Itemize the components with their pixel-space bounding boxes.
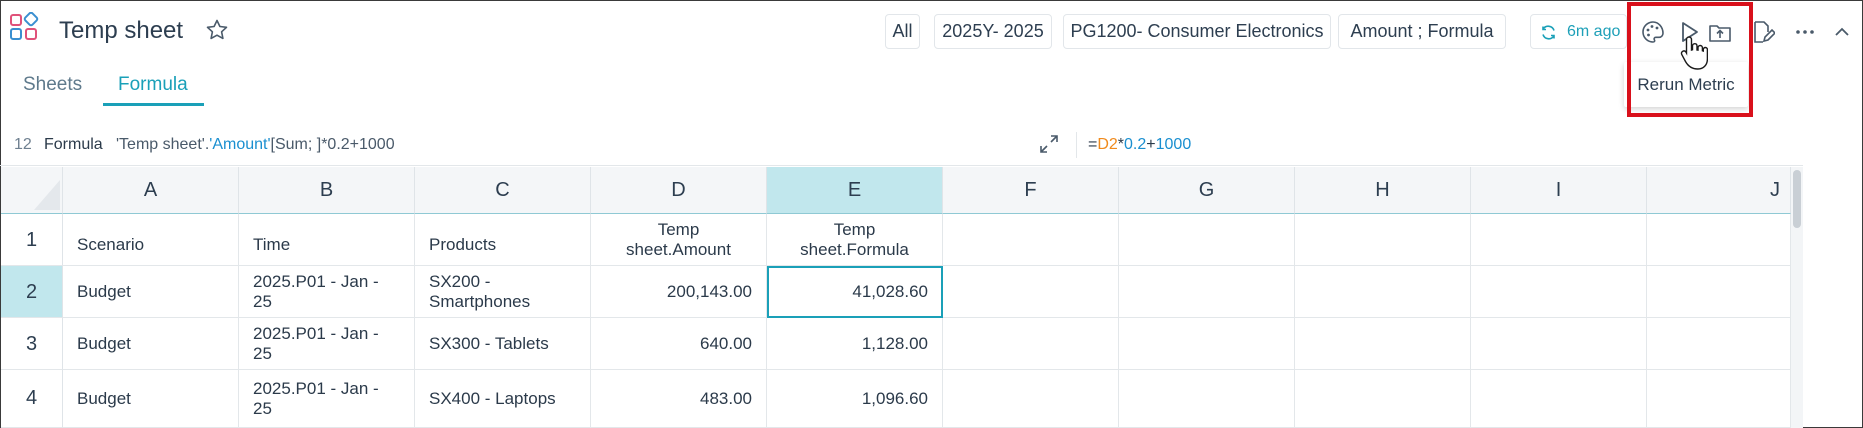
- column-header-f[interactable]: F: [943, 167, 1119, 214]
- table-cell[interactable]: Budget: [63, 318, 239, 370]
- table-cell[interactable]: [943, 318, 1119, 370]
- table-cell[interactable]: Scenario: [63, 214, 239, 266]
- formula-divider: [1076, 132, 1077, 158]
- table-cell[interactable]: [1647, 370, 1791, 428]
- expr-number: 1000: [1155, 136, 1192, 153]
- table-cell[interactable]: 2025.P01 - Jan - 25: [239, 266, 415, 318]
- expr-operator: +: [1146, 136, 1156, 153]
- expr-equals: =: [1088, 136, 1098, 153]
- filter-chip-product[interactable]: PG1200- Consumer Electronics: [1063, 14, 1331, 49]
- filter-chip-year[interactable]: 2025Y- 2025: [934, 14, 1052, 49]
- expr-number: 0.2: [1124, 136, 1147, 153]
- filter-chip-measures[interactable]: Amount ; Formula: [1338, 14, 1506, 49]
- table-cell[interactable]: [1119, 370, 1295, 428]
- refresh-chip[interactable]: 6m ago: [1530, 14, 1627, 49]
- table-cell[interactable]: [943, 370, 1119, 428]
- table-cell[interactable]: [1295, 266, 1471, 318]
- table-cell[interactable]: 640.00: [591, 318, 767, 370]
- table-cell[interactable]: SX400 - Laptops: [415, 370, 591, 428]
- table-cell[interactable]: [1647, 214, 1791, 266]
- table-cell[interactable]: 2025.P01 - Jan - 25: [239, 318, 415, 370]
- column-header-b[interactable]: B: [239, 167, 415, 214]
- scrollbar-thumb[interactable]: [1793, 170, 1801, 228]
- table-cell[interactable]: [1119, 266, 1295, 318]
- formula-suffix: [Sum; ]*0.2+1000: [270, 136, 395, 153]
- table-cell[interactable]: [1647, 266, 1791, 318]
- table-cell[interactable]: [1295, 214, 1471, 266]
- sheet-title: Temp sheet: [59, 17, 184, 44]
- row-header-1[interactable]: 1: [1, 214, 63, 266]
- table-cell[interactable]: 200,143.00: [591, 266, 767, 318]
- table-cell[interactable]: Temp sheet.Formula: [767, 214, 943, 266]
- tab-sheets[interactable]: Sheets: [23, 74, 82, 96]
- table-cell[interactable]: [1471, 370, 1647, 428]
- row-header-3[interactable]: 3: [1, 318, 63, 370]
- active-tab-indicator: [103, 103, 204, 106]
- palette-icon[interactable]: [1640, 19, 1666, 45]
- column-header-a[interactable]: A: [63, 167, 239, 214]
- table-cell[interactable]: [1471, 214, 1647, 266]
- table-cell[interactable]: [943, 214, 1119, 266]
- table-cell[interactable]: 483.00: [591, 370, 767, 428]
- filter-chip-scenario[interactable]: All: [885, 14, 920, 49]
- table-cell[interactable]: SX300 - Tablets: [415, 318, 591, 370]
- table-cell[interactable]: 1,096.60: [767, 370, 943, 428]
- table-cell[interactable]: [1647, 318, 1791, 370]
- hand-cursor-icon: [1680, 35, 1709, 71]
- table-cell[interactable]: [1295, 318, 1471, 370]
- column-header-c[interactable]: C: [415, 167, 591, 214]
- row-header-2[interactable]: 2: [1, 266, 63, 318]
- formula-sheet-ref: 'Temp sheet'.: [116, 136, 210, 153]
- column-header-i[interactable]: I: [1471, 167, 1647, 214]
- table-cell[interactable]: [1119, 214, 1295, 266]
- favorite-star-icon[interactable]: [205, 18, 229, 42]
- expr-cell-ref: D2: [1097, 136, 1118, 153]
- cell-expression[interactable]: =D2*0.2+1000: [1088, 136, 1191, 154]
- table-cell[interactable]: [1471, 266, 1647, 318]
- upload-folder-icon[interactable]: [1707, 19, 1733, 45]
- formula-row-number: 12: [14, 136, 32, 153]
- selected-cell[interactable]: 41,028.60: [767, 266, 943, 318]
- formula-label: Formula: [44, 136, 103, 153]
- edit-sheet-icon[interactable]: [1749, 19, 1777, 45]
- select-all-triangle: [34, 180, 60, 210]
- column-header-d[interactable]: D: [591, 167, 767, 214]
- column-header-g[interactable]: G: [1119, 167, 1295, 214]
- app-grid-icon[interactable]: [9, 11, 39, 42]
- table-cell[interactable]: Budget: [63, 266, 239, 318]
- table-cell[interactable]: 2025.P01 - Jan - 25: [239, 370, 415, 428]
- table-cell[interactable]: [1471, 318, 1647, 370]
- expand-formula-icon[interactable]: [1038, 133, 1060, 155]
- row-header-4[interactable]: 4: [1, 370, 63, 428]
- table-cell[interactable]: Budget: [63, 370, 239, 428]
- table-cell[interactable]: [1119, 318, 1295, 370]
- tab-formula[interactable]: Formula: [118, 74, 188, 96]
- table-cell[interactable]: [1295, 370, 1471, 428]
- refresh-icon: [1542, 25, 1555, 40]
- formula-definition[interactable]: 'Temp sheet'.'Amount'[Sum; ]*0.2+1000: [116, 136, 395, 154]
- table-cell[interactable]: [943, 266, 1119, 318]
- column-header-e[interactable]: E: [767, 167, 943, 214]
- more-options-icon[interactable]: [1792, 19, 1818, 45]
- table-cell[interactable]: 1,128.00: [767, 318, 943, 370]
- header: Temp sheet All 2025Y- 2025 PG1200- Consu…: [0, 0, 1863, 62]
- column-header-j[interactable]: J: [1647, 167, 1791, 214]
- table-cell[interactable]: Temp sheet.Amount: [591, 214, 767, 266]
- formula-metric-ref: 'Amount': [209, 136, 271, 153]
- table-cell[interactable]: SX200 - Smartphones: [415, 266, 591, 318]
- column-header-h[interactable]: H: [1295, 167, 1471, 214]
- collapse-chevron-up-icon[interactable]: [1829, 19, 1855, 45]
- table-cell[interactable]: Time: [239, 214, 415, 266]
- refresh-time: 6m ago: [1567, 23, 1621, 40]
- table-cell[interactable]: Products: [415, 214, 591, 266]
